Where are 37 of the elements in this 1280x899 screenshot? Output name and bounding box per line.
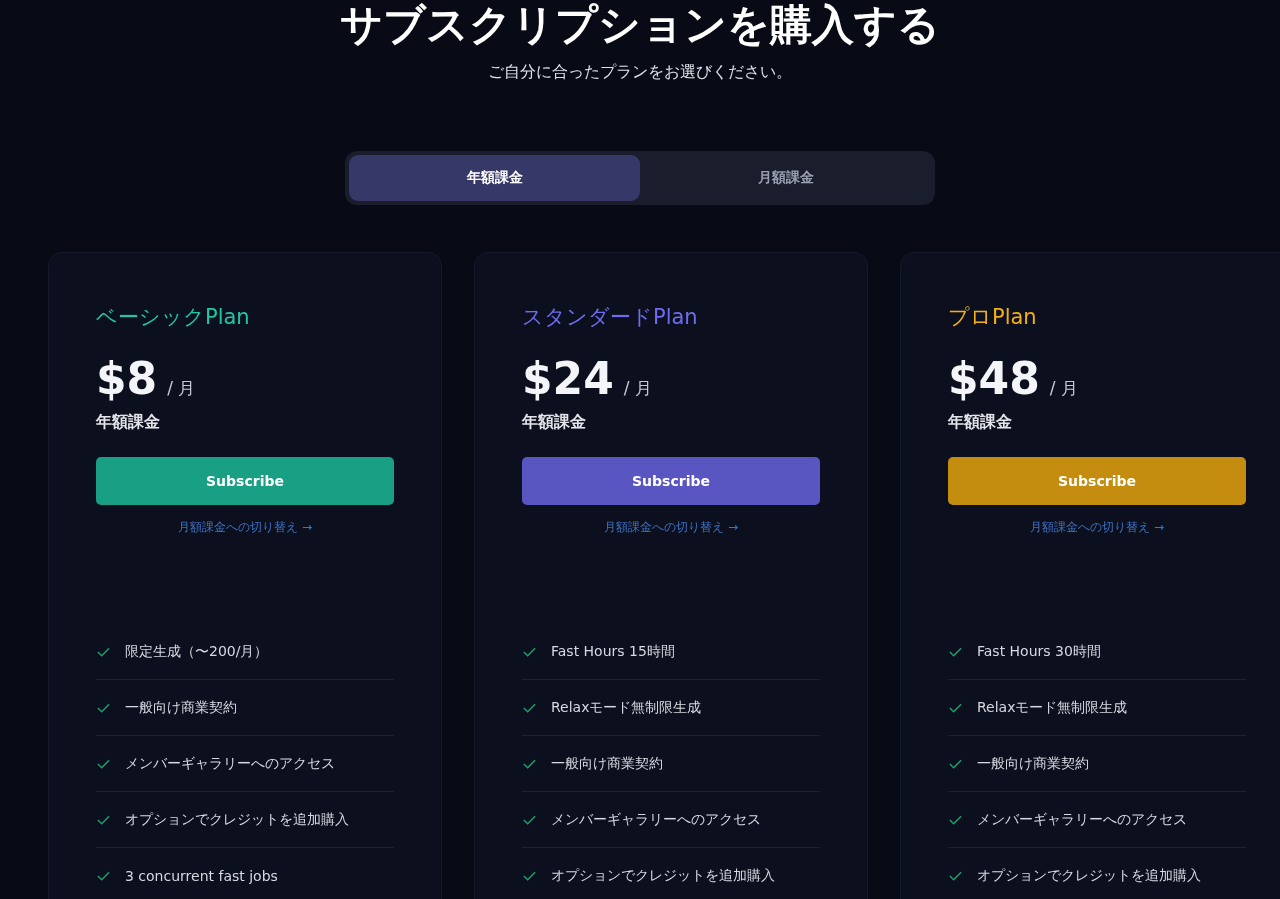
price: $8 (96, 353, 158, 404)
page-title: サブスクリプションを購入する (339, 0, 941, 50)
plan-name: ベーシックPlan (96, 304, 251, 331)
billing-label: 年額課金 (948, 412, 1013, 433)
feature-text: 限定生成（〜200/月） (125, 642, 269, 661)
feature-text: メンバーギャラリーへのアクセス (125, 754, 335, 773)
feature-text: オプションでクレジットを追加購入 (977, 866, 1201, 885)
feature-text: メンバーギャラリーへのアクセス (551, 810, 761, 829)
billing-tab[interactable]: 月額課金 (640, 155, 931, 201)
plan-name: スタンダードPlan (522, 304, 699, 331)
feature-text: Fast Hours 15時間 (551, 642, 675, 661)
price: $24 (522, 353, 614, 404)
billing-label: 年額課金 (522, 412, 587, 433)
switch-billing-link[interactable]: 月額課金への切り替え → (1030, 519, 1164, 536)
price-period: / 月 (1049, 377, 1078, 400)
feature-text: オプションでクレジットを追加購入 (551, 866, 775, 885)
feature-text: 3 concurrent fast jobs (125, 867, 278, 884)
feature-text: 一般向け商業契約 (125, 698, 237, 717)
page-subtitle: ご自分に合ったプランをお選びください。 (487, 62, 793, 83)
subscribe-button[interactable]: Subscribe (948, 457, 1246, 505)
feature-text: オプションでクレジットを追加購入 (125, 810, 349, 829)
billing-tab[interactable]: 年額課金 (349, 155, 640, 201)
feature-text: 一般向け商業契約 (977, 754, 1089, 773)
price: $48 (948, 353, 1040, 404)
subscribe-button[interactable]: Subscribe (522, 457, 820, 505)
switch-billing-link[interactable]: 月額課金への切り替え → (604, 519, 738, 536)
price-period: / 月 (167, 377, 196, 400)
billing-label: 年額課金 (96, 412, 161, 433)
feature-text: Fast Hours 30時間 (977, 642, 1101, 661)
price-period: / 月 (623, 377, 652, 400)
feature-text: 一般向け商業契約 (551, 754, 663, 773)
subscribe-button[interactable]: Subscribe (96, 457, 394, 505)
switch-billing-link[interactable]: 月額課金への切り替え → (178, 519, 312, 536)
feature-text: Relaxモード無制限生成 (551, 698, 702, 717)
feature-text: メンバーギャラリーへのアクセス (977, 810, 1187, 829)
feature-text: Relaxモード無制限生成 (977, 698, 1128, 717)
plan-name: プロPlan (948, 304, 1038, 331)
